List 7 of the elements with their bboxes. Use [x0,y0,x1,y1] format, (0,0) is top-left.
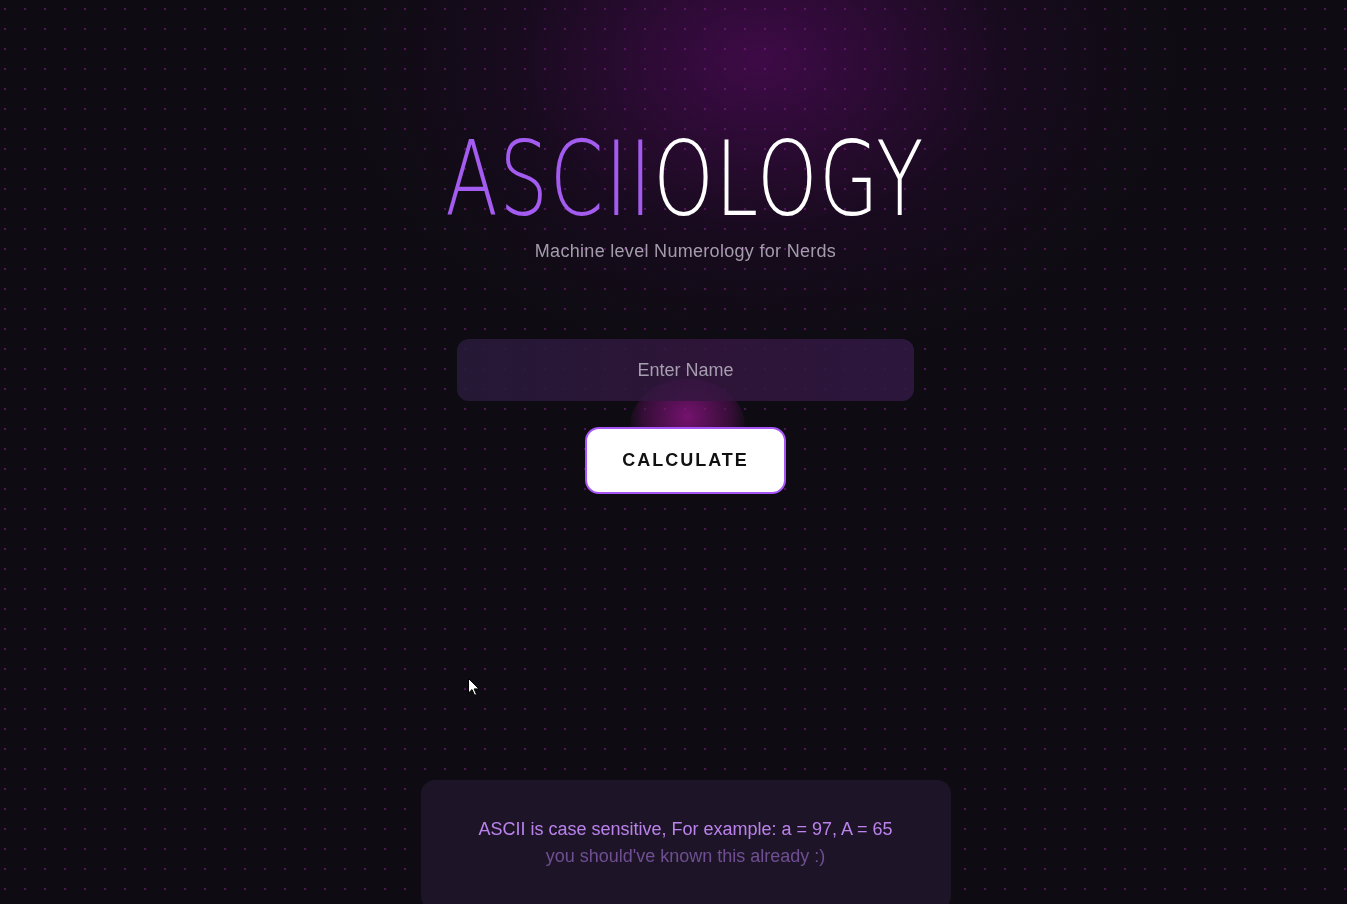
tagline: Machine level Numerology for Nerds [534,240,837,263]
logo-wordmark: ASCIIOLOGY [445,127,926,231]
cursor-icon [468,678,480,696]
note-subtext: you should've known this already :) [545,845,826,868]
name-input[interactable]: Enter Name [457,339,914,401]
note-text: ASCII is case sensitive, For example: a = 97, A = 65 [478,818,893,841]
calculate-button[interactable]: CALCULATE [585,427,786,494]
